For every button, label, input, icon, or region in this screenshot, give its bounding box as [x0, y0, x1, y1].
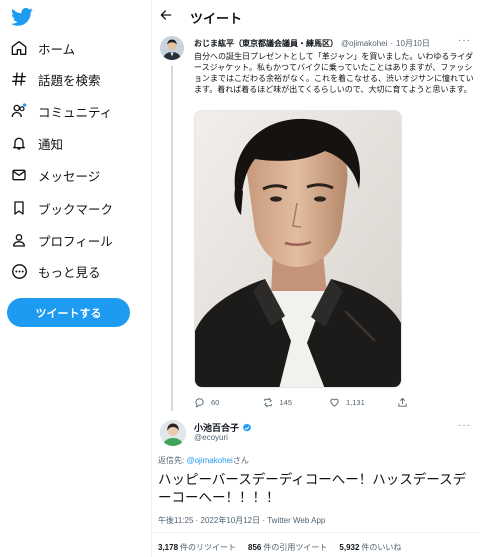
tweet-text: 自分への誕生日プレゼントとして「革ジャン」を買いました。いわゆるライダースジャケ… [194, 52, 474, 94]
separator: · [390, 39, 394, 48]
retweet-button[interactable]: 145 [262, 395, 330, 409]
tweet-stats: 3,178 件のリツイート 856 件の引用ツイート 5,932 件のいいね [158, 542, 401, 553]
header: ツイート [152, 0, 480, 30]
like-count: 1,131 [346, 397, 365, 407]
tweet-photo[interactable] [194, 110, 402, 388]
community-icon [10, 102, 28, 120]
sidebar-item-label: 通知 [38, 137, 64, 152]
retweet-count: 145 [279, 397, 293, 407]
sidebar-item-profile[interactable]: プロフィール [10, 228, 113, 252]
tweet-text: ハッピーバースデーディコーへー！ハッスデースデーコーへー！！！！ [158, 472, 467, 505]
author-handle[interactable]: @ojimakohei [341, 39, 387, 48]
sidebar-item-label: 話題を検索 [38, 73, 101, 88]
quotes-stat[interactable]: 856 件の引用ツイート [248, 542, 327, 553]
sidebar-item-notifications[interactable]: 通知 [10, 131, 63, 155]
tweet-button[interactable]: ツイートする [7, 298, 130, 327]
thread-line [171, 66, 173, 411]
more-options-icon[interactable]: ··· [458, 420, 471, 431]
retweets-label: 件のリツイート [180, 543, 237, 552]
tweet-actions: 60 145 1,131 [194, 395, 464, 409]
sidebar: ホーム 話題を検索 コミュニティ 通知 メッセージ ブックマーク プロフィール … [0, 0, 150, 557]
bookmark-icon [10, 199, 28, 217]
avatar[interactable] [160, 420, 186, 446]
sidebar-item-home[interactable]: ホーム [10, 36, 75, 60]
tweet-meta[interactable]: 午後11:25 · 2022年10月12日 · Twitter Web App [158, 515, 325, 526]
like-button[interactable]: 1,131 [329, 395, 397, 409]
sidebar-item-label: メッセージ [38, 169, 101, 184]
tweet-header: おじま紘平（東京都議会議員・練馬区） @ojimakohei · 10月10日 [194, 38, 430, 49]
twitter-bird-icon[interactable] [11, 7, 33, 27]
sidebar-item-community[interactable]: コミュニティ [10, 99, 112, 123]
selfie-photo [195, 111, 401, 387]
more-options-icon[interactable]: ··· [458, 35, 471, 46]
main-column: ツイート おじま紘平（東京都議会議員・練馬区） @ojimakohei · 10… [151, 0, 480, 557]
avatar[interactable] [160, 36, 184, 60]
sidebar-item-label: コミュニティ [38, 105, 113, 120]
sidebar-item-bookmarks[interactable]: ブックマーク [10, 196, 113, 220]
reply-icon [195, 397, 204, 408]
page-title: ツイート [190, 11, 243, 26]
reply-count: 60 [211, 397, 220, 407]
home-icon [10, 39, 28, 57]
arrow-left-icon[interactable] [159, 8, 173, 22]
author-name[interactable]: おじま紘平（東京都議会議員・練馬区） [194, 38, 338, 49]
likes-label: 件のいいね [361, 543, 402, 552]
reply-suffix: さん [232, 456, 249, 465]
verified-badge-icon [243, 423, 251, 432]
retweets-value: 3,178 [158, 543, 179, 552]
more-icon [10, 262, 28, 280]
sidebar-item-more[interactable]: もっと見る [10, 259, 101, 283]
heart-icon [330, 398, 339, 407]
hashtag-icon [10, 70, 28, 88]
reply-target-link[interactable]: @ojimakohei [186, 456, 232, 465]
quotes-label: 件の引用ツイート [263, 543, 328, 552]
author-handle[interactable]: @ecoyuri [194, 433, 228, 442]
sidebar-item-label: ブックマーク [38, 202, 114, 217]
retweets-stat[interactable]: 3,178 件のリツイート [158, 542, 236, 553]
tweet-date[interactable]: 10月10日 [396, 38, 430, 49]
mail-icon [10, 166, 28, 184]
likes-value: 5,932 [339, 543, 360, 552]
share-button[interactable] [397, 395, 465, 409]
sidebar-item-messages[interactable]: メッセージ [10, 163, 100, 187]
reply-button[interactable]: 60 [194, 395, 262, 409]
retweet-icon [263, 397, 272, 407]
reply-context: 返信先: @ojimakoheiさん [158, 455, 249, 466]
sidebar-item-label: もっと見る [38, 265, 101, 280]
likes-stat[interactable]: 5,932 件のいいね [339, 542, 401, 553]
bell-icon [10, 134, 28, 152]
divider [152, 532, 480, 533]
share-icon [397, 397, 407, 407]
sidebar-item-label: ホーム [38, 42, 76, 57]
reply-prefix: 返信先: [158, 456, 185, 465]
profile-icon [10, 231, 28, 249]
sidebar-item-label: プロフィール [38, 234, 113, 249]
quotes-value: 856 [248, 543, 262, 552]
sidebar-item-explore[interactable]: 話題を検索 [10, 67, 101, 91]
